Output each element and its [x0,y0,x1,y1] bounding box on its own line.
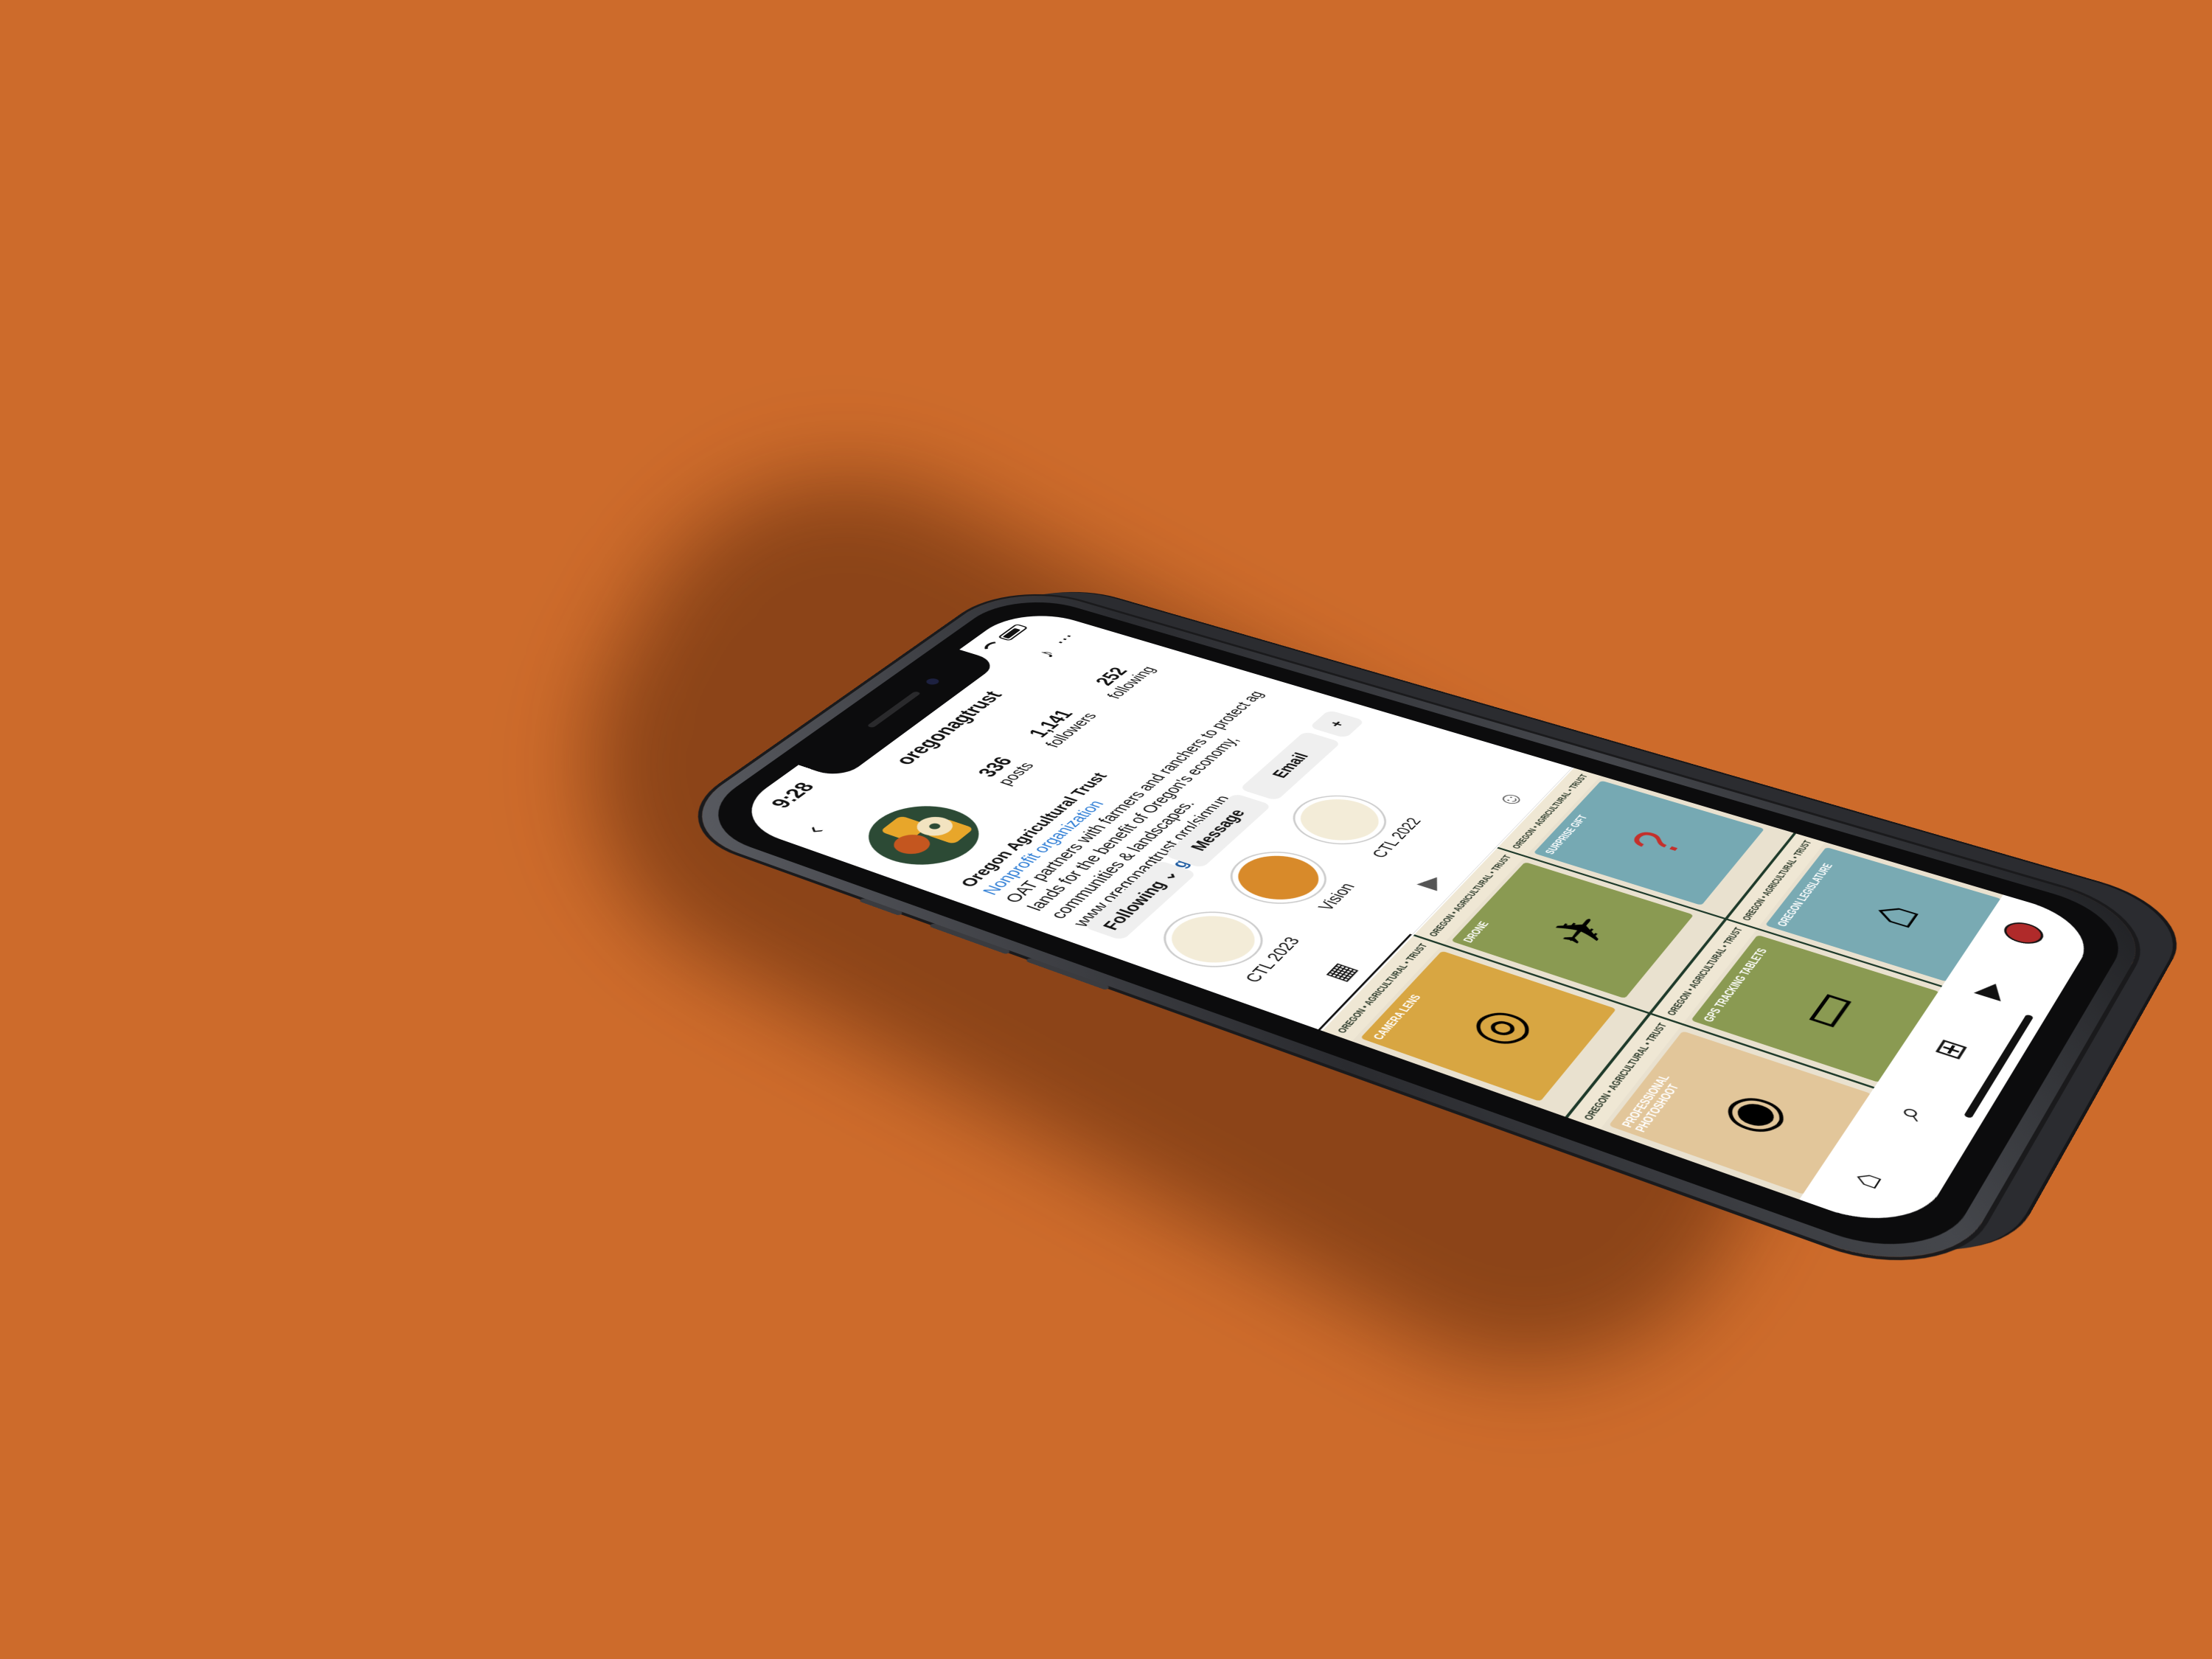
highlight-cover [1223,847,1333,908]
phone-bezel: 9:28 ‹ oregonagtrust ♪ ··· 336 posts 1,1… [684,589,2140,1270]
add-person-icon: + [1324,718,1349,729]
nav-add[interactable]: ⊞ [1909,1012,1991,1088]
highlight-cover [1287,791,1393,849]
reels-icon: ▶ [1409,872,1450,892]
stat-following[interactable]: 252 following [1081,658,1161,701]
speaker [866,691,922,728]
battery-icon [997,623,1029,641]
add-post-icon: ⊞ [1926,1035,1976,1064]
status-time: 9:28 [766,780,821,811]
status-icons [980,623,1029,654]
wifi-icon [980,641,1006,654]
grid-icon: ▦ [1318,959,1363,984]
tagged-icon: ☺ [1489,787,1531,810]
stat-posts[interactable]: 336 posts [970,753,1039,787]
search-icon: ⌕ [1885,1100,1933,1125]
nav-search[interactable]: ⌕ [1867,1074,1952,1153]
stat-followers[interactable]: 1,141 followers [1019,704,1102,750]
profile-avatar-icon [1999,918,2048,948]
screen: 9:28 ‹ oregonagtrust ♪ ··· 336 posts 1,1… [723,605,2103,1239]
mute-switch [858,897,904,917]
reels-icon: ▶ [1965,977,2014,1003]
nav-home[interactable]: ⌂ [1821,1138,1909,1223]
nav-profile[interactable] [1987,900,2059,966]
front-camera [923,677,942,686]
highlight-cover [1156,907,1270,972]
phone-body: 9:28 ‹ oregonagtrust ♪ ··· 336 posts 1,1… [663,581,2160,1287]
highlight-ctl-2023[interactable]: CTL 2023 [1144,901,1321,993]
nav-reels[interactable]: ▶ [1950,955,2028,1026]
home-icon: ⌂ [1840,1166,1891,1194]
stage: 9:28 ‹ oregonagtrust ♪ ··· 336 posts 1,1… [0,0,2212,1659]
phone-scene: 9:28 ‹ oregonagtrust ♪ ··· 336 posts 1,1… [663,581,2160,1287]
